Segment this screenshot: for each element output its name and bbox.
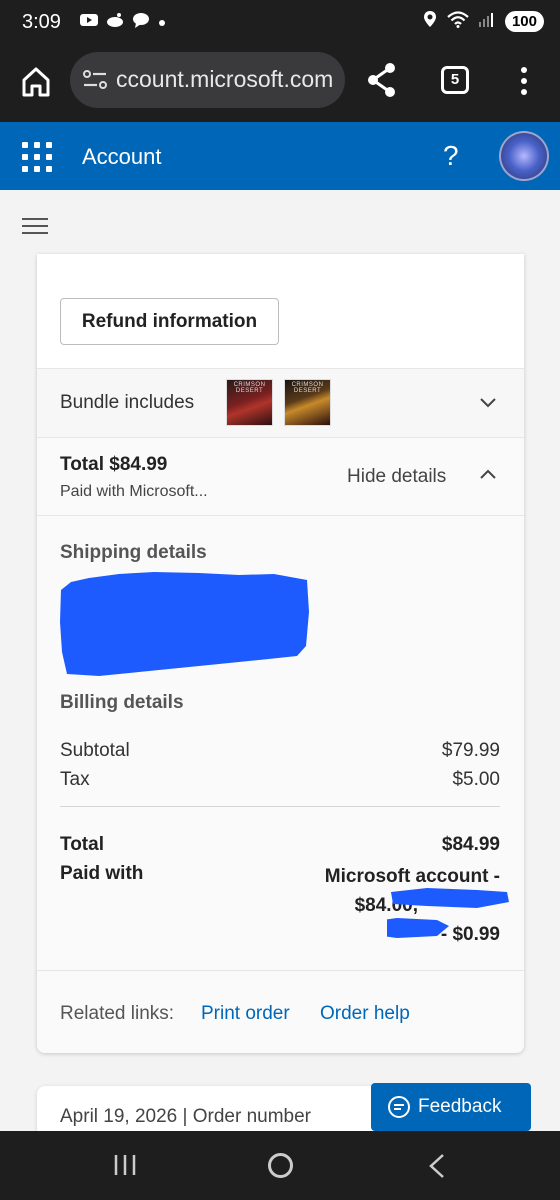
home-nav-icon[interactable] [268,1153,293,1178]
kebab-menu-icon [521,67,527,95]
recent-apps-icon[interactable] [113,1153,137,1177]
back-icon[interactable] [428,1153,446,1179]
hide-details-toggle[interactable]: Hide details [347,466,446,488]
notification-icons [80,12,166,33]
order-total: Total $84.99 [60,454,168,475]
refund-information-button[interactable]: Refund information [60,298,279,345]
tab-switcher-button[interactable]: 5 [441,66,469,94]
divider [60,806,500,807]
wifi-icon [447,10,469,33]
redacted-payment [387,888,509,938]
dot-icon [158,14,166,32]
reddit-icon [106,12,124,33]
bundle-row[interactable]: Bundle includes CRIMSON DESERT CRIMSON D… [37,368,524,438]
total-label: Total [60,834,104,855]
related-links-label: Related links: [60,1003,175,1024]
share-button[interactable] [366,62,398,98]
status-time: 3:09 [22,11,61,33]
feedback-button[interactable]: Feedback [371,1083,531,1131]
system-nav-bar [0,1131,560,1200]
home-icon [22,67,50,97]
youtube-icon [80,13,98,32]
related-links: Related links: Print order Order help [37,970,524,1053]
chevron-down-icon[interactable] [479,397,497,409]
feedback-label: Feedback [418,1096,502,1117]
share-icon [368,63,395,97]
bundle-item-title: CRIMSON DESERT [291,382,324,394]
order-date-number: April 19, 2026 | Order number [60,1106,312,1127]
avatar[interactable] [499,131,549,181]
subtotal-label: Subtotal [60,740,130,761]
shipping-details-title: Shipping details [60,542,207,563]
bundle-label: Bundle includes [60,392,195,413]
help-button[interactable]: ? [443,140,459,172]
subtotal-value: $79.99 [441,740,500,761]
print-order-link[interactable]: Print order [201,1003,290,1025]
feedback-icon [388,1096,410,1118]
bundle-item-thumbnail: CRIMSON DESERT [226,379,273,426]
billing-details-title: Billing details [60,692,184,713]
bundle-item-thumbnail: CRIMSON DESERT [284,379,331,426]
status-bar: 3:09 100 [0,0,560,46]
chat-icon [132,12,150,33]
site-settings-icon[interactable] [82,68,108,92]
address-bar[interactable]: ccount.microsoft.com [70,52,345,108]
tax-value: $5.00 [452,769,500,790]
payment-summary: Paid with Microsoft... [60,483,208,500]
site-header: Account ? [0,122,560,190]
url-text: ccount.microsoft.com [116,66,334,92]
redacted-address [60,572,309,676]
location-icon [423,10,437,33]
total-value: $84.99 [441,834,500,855]
total-row[interactable]: Total $84.99 Paid with Microsoft... Hide… [37,438,524,516]
chevron-up-icon[interactable] [479,468,497,480]
hamburger-menu-icon[interactable] [22,218,48,236]
order-details: Shipping details Billing details Subtota… [37,516,524,1053]
more-menu-button[interactable] [519,66,529,96]
battery-indicator: 100 [504,11,544,32]
browser-toolbar: ccount.microsoft.com 5 [0,46,560,122]
paid-with-label: Paid with [60,863,144,884]
order-card: Refund information Bundle includes CRIMS… [37,254,524,1053]
page-title[interactable]: Account [82,144,162,170]
bundle-item-title: CRIMSON DESERT [233,382,266,394]
app-launcher-icon[interactable] [22,142,52,172]
home-button[interactable] [18,64,54,100]
signal-icon [478,11,495,32]
order-help-link[interactable]: Order help [320,1003,410,1025]
tax-label: Tax [60,769,90,790]
